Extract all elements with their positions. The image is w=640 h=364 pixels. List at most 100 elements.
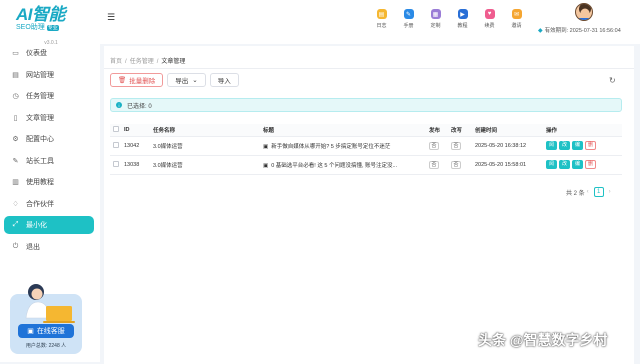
diamond-icon: ◆ [538,28,543,34]
article-panel: 首页 / 任务管理 / 文章管理 🗑 批量删除 导出 ⌄ 导入 ↻ i 已选择: 0 ID 任… [104,46,634,364]
article-table: ID 任务名称 标题 发布 改写 创建时间 操作 13042 3.0媒体运营 ▣… [110,124,622,175]
chevron-down-icon: ⌄ [192,77,198,84]
sidebar-menu: ▭ 仪表盘 ▤ 网站管理 ◷ 任务管理 ▯ 文章管理 ⚙ 配置中心 ✎ 站长工具 ▥ 使用教程… [4,44,94,259]
tool-renew[interactable]: ♥ 续费 [476,8,503,29]
sidebar-item-minimize[interactable]: ⤢ 最小化 [4,216,94,234]
sidebar-item-logout[interactable]: ⏻ 退出 [4,238,94,256]
avatar[interactable] [575,3,593,21]
delete-button[interactable]: 删 [585,141,596,150]
sidebar-item-tutorial[interactable]: ▥ 使用教程 [4,173,94,191]
clock-icon: ◷ [12,93,19,100]
trash-icon: 🗑 [118,77,127,84]
divider [104,68,634,69]
article-title[interactable]: 新手做自媒体从哪开始? 5 步搞定账号定位不迷茫 [271,144,390,150]
sidebar-item-partners[interactable]: ♢ 合作伙伴 [4,195,94,213]
expiry-info: ◆ 有效期到: 2025-07-31 16:56:04 [538,28,621,34]
row-checkbox[interactable] [113,141,119,148]
table-header: ID 任务名称 标题 发布 改写 创建时间 操作 [110,124,622,137]
sidebar-item-dashboard[interactable]: ▭ 仪表盘 [4,44,94,62]
import-button[interactable]: 导入 [209,73,239,87]
sidebar-item-config[interactable]: ⚙ 配置中心 [4,130,94,148]
batch-delete-button[interactable]: 🗑 批量删除 [110,73,164,87]
delete-button[interactable]: 删 [585,160,596,169]
toolbar: ▤ 日志 ✎ 手册 ▦ 定制 ▶ 教程 ♥ 续费 ✉ 邀请 [368,8,530,29]
rewrite-status: 否 [451,160,462,169]
breadcrumb-home[interactable]: 首页 [110,59,122,65]
tool-custom[interactable]: ▦ 定制 [422,8,449,29]
rewrite-status: 否 [451,141,462,150]
document-icon: ▯ [13,114,18,122]
support-promo: ▣ 在线客服 用户总数: 2248 人 [10,278,82,354]
article-title[interactable]: 0 基础选平台必看! 这 5 个问题没搞懂, 账号注定没... [271,163,397,169]
sidebar: AI智能 SEO助理 专业 v3.0.1 ▭ 仪表盘 ▤ 网站管理 ◷ 任务管理 ▯ 文… [0,0,100,362]
tool-log[interactable]: ▤ 日志 [368,8,395,29]
logo-title: AI智能 [16,5,66,24]
sidebar-item-label: 合作伙伴 [26,200,54,208]
sidebar-item-label: 文章管理 [26,114,54,122]
logo: AI智能 SEO助理 专业 v3.0.1 [16,5,86,46]
action-bar: 🗑 批量删除 导出 ⌄ 导入 [110,73,243,87]
sidebar-item-label: 仪表盘 [26,50,47,57]
chat-icon: ▣ [27,328,34,335]
refresh-icon[interactable]: ↻ [609,76,616,85]
menu-toggle-icon[interactable]: ☰ [107,12,115,23]
edit-button[interactable]: 编 [572,160,583,169]
log-icon: ▤ [376,9,387,19]
image-icon: ▣ [263,162,269,169]
handshake-icon: ♢ [12,200,19,208]
sidebar-item-articles[interactable]: ▯ 文章管理 [4,109,94,127]
sidebar-item-label: 最小化 [26,222,47,229]
support-agent-illustration [25,284,75,323]
tool-tutorial[interactable]: ▶ 教程 [449,8,476,29]
sidebar-item-label: 网站管理 [26,71,54,79]
logo-subtitle: SEO助理 [16,24,45,31]
tool-manual[interactable]: ✎ 手册 [395,8,422,29]
logo-badge: 专业 [46,25,59,31]
prev-page-icon[interactable]: ‹ [587,189,589,195]
sidebar-item-sites[interactable]: ▤ 网站管理 [4,66,94,84]
breadcrumb: 首页 / 任务管理 / 文章管理 [110,59,186,65]
tool-invite[interactable]: ✉ 邀请 [503,8,530,29]
table-row: 13042 3.0媒体运营 ▣ 新手做自媒体从哪开始? 5 步搞定账号定位不迷茫 … [110,136,622,156]
table-row: 13038 3.0媒体运营 ▣ 0 基础选平台必看! 这 5 个问题没搞懂, 账号… [110,155,622,175]
top-bar: ☰ ▤ 日志 ✎ 手册 ▦ 定制 ▶ 教程 ♥ 续费 ✉ 邀请 ◆ 有效期到: 2025-07… [100,0,640,44]
export-button[interactable]: 导出 ⌄ [167,73,206,87]
select-all-checkbox[interactable] [113,125,119,132]
total-users-label: 用户总数: 2248 人 [25,343,67,349]
wrench-icon: ✎ [12,157,19,165]
total-count: 共 2 条 [566,190,585,197]
edit-button[interactable]: 编 [572,141,583,150]
breadcrumb-current: 文章管理 [161,59,186,65]
gift-icon: ✉ [511,9,522,19]
image-icon: ▣ [263,143,269,150]
manual-icon: ✎ [403,9,414,19]
main-content: 首页 / 任务管理 / 文章管理 🗑 批量删除 导出 ⌄ 导入 ↻ i 已选择: 0 ID 任… [100,44,640,364]
selection-info: i 已选择: 0 [110,98,622,112]
rewrite-button[interactable]: 改 [559,160,570,169]
read-button[interactable]: 阅 [546,141,557,150]
next-page-icon[interactable]: › [609,189,611,195]
sidebar-item-label: 站长工具 [26,157,54,165]
sidebar-item-tasks[interactable]: ◷ 任务管理 [4,87,94,105]
row-checkbox[interactable] [113,160,119,167]
book-icon: ▥ [12,179,19,186]
publish-status: 否 [429,141,440,150]
page-number[interactable]: 1 [593,187,604,197]
monitor-icon: ▭ [12,50,19,57]
minimize-icon: ⤢ [12,221,19,228]
rewrite-button[interactable]: 改 [559,141,570,150]
custom-icon: ▦ [430,9,441,19]
sidebar-item-tools[interactable]: ✎ 站长工具 [4,152,94,170]
read-button[interactable]: 阅 [546,160,557,169]
gear-icon: ⚙ [12,136,19,143]
folder-icon: ▤ [12,71,19,79]
power-icon: ⏻ [12,242,19,250]
tutorial-icon: ▶ [457,9,468,19]
watermark: 头条 @智慧数字乡村 [478,332,608,348]
breadcrumb-tasks[interactable]: 任务管理 [130,59,154,65]
sidebar-item-label: 配置中心 [26,136,54,143]
renew-icon: ♥ [484,9,495,19]
online-support-button[interactable]: ▣ 在线客服 [18,324,74,338]
pagination: 共 2 条 ‹ 1 › [566,187,613,197]
avatar-image [579,4,591,20]
